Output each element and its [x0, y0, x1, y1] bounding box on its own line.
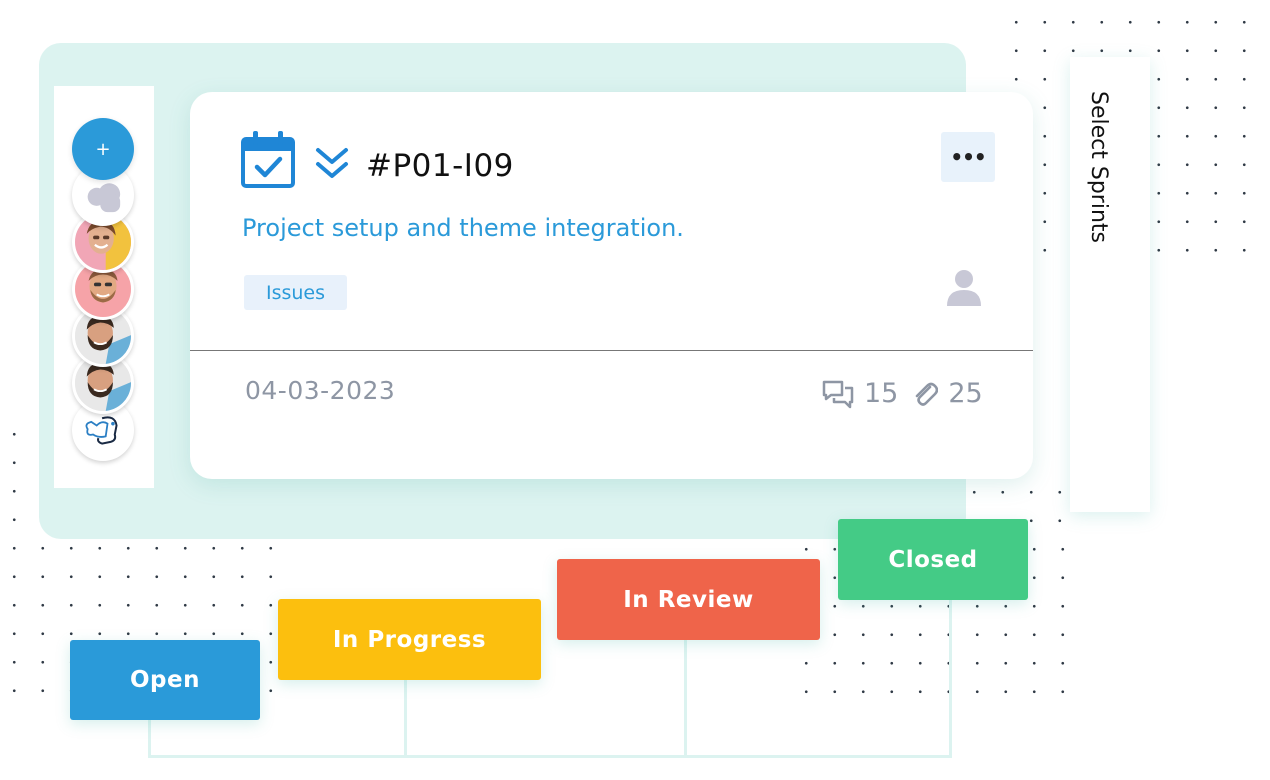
add-assignee-button[interactable]: +: [72, 118, 134, 180]
card-divider: [190, 350, 1033, 351]
issue-id: #P01-I09: [366, 148, 514, 184]
issue-card[interactable]: #P01-I09 ••• Project setup and theme int…: [190, 92, 1033, 479]
issue-date: 04-03-2023: [245, 376, 396, 405]
select-sprints-panel[interactable]: Select Sprints: [1070, 57, 1150, 512]
user-icon[interactable]: [946, 268, 982, 308]
issue-stats: 15 25: [822, 378, 997, 409]
select-sprints-label: Select Sprints: [1086, 91, 1111, 243]
ellipsis-icon: •••: [950, 145, 986, 169]
chevrons-down-icon: [316, 148, 348, 178]
comments-count: 15: [864, 378, 899, 409]
kanban-illustration: + #P01-I09 ••• Project setup and theme i…: [0, 0, 1270, 780]
status-closed-button[interactable]: Closed: [838, 519, 1028, 600]
calendar-check-icon: [241, 131, 295, 188]
plus-icon: +: [95, 138, 111, 160]
status-in-progress-button[interactable]: In Progress: [278, 599, 541, 680]
comments-icon[interactable]: [822, 379, 854, 409]
more-options-button[interactable]: •••: [941, 132, 995, 182]
issue-type-tag[interactable]: Issues: [244, 275, 347, 310]
status-open-button[interactable]: Open: [70, 640, 260, 720]
issue-title-link[interactable]: Project setup and theme integration.: [242, 214, 684, 242]
paperclip-icon[interactable]: [912, 379, 939, 409]
status-in-review-button[interactable]: In Review: [557, 559, 820, 640]
assignee-avatar-list: +: [54, 86, 154, 488]
attachments-count: 25: [948, 378, 983, 409]
